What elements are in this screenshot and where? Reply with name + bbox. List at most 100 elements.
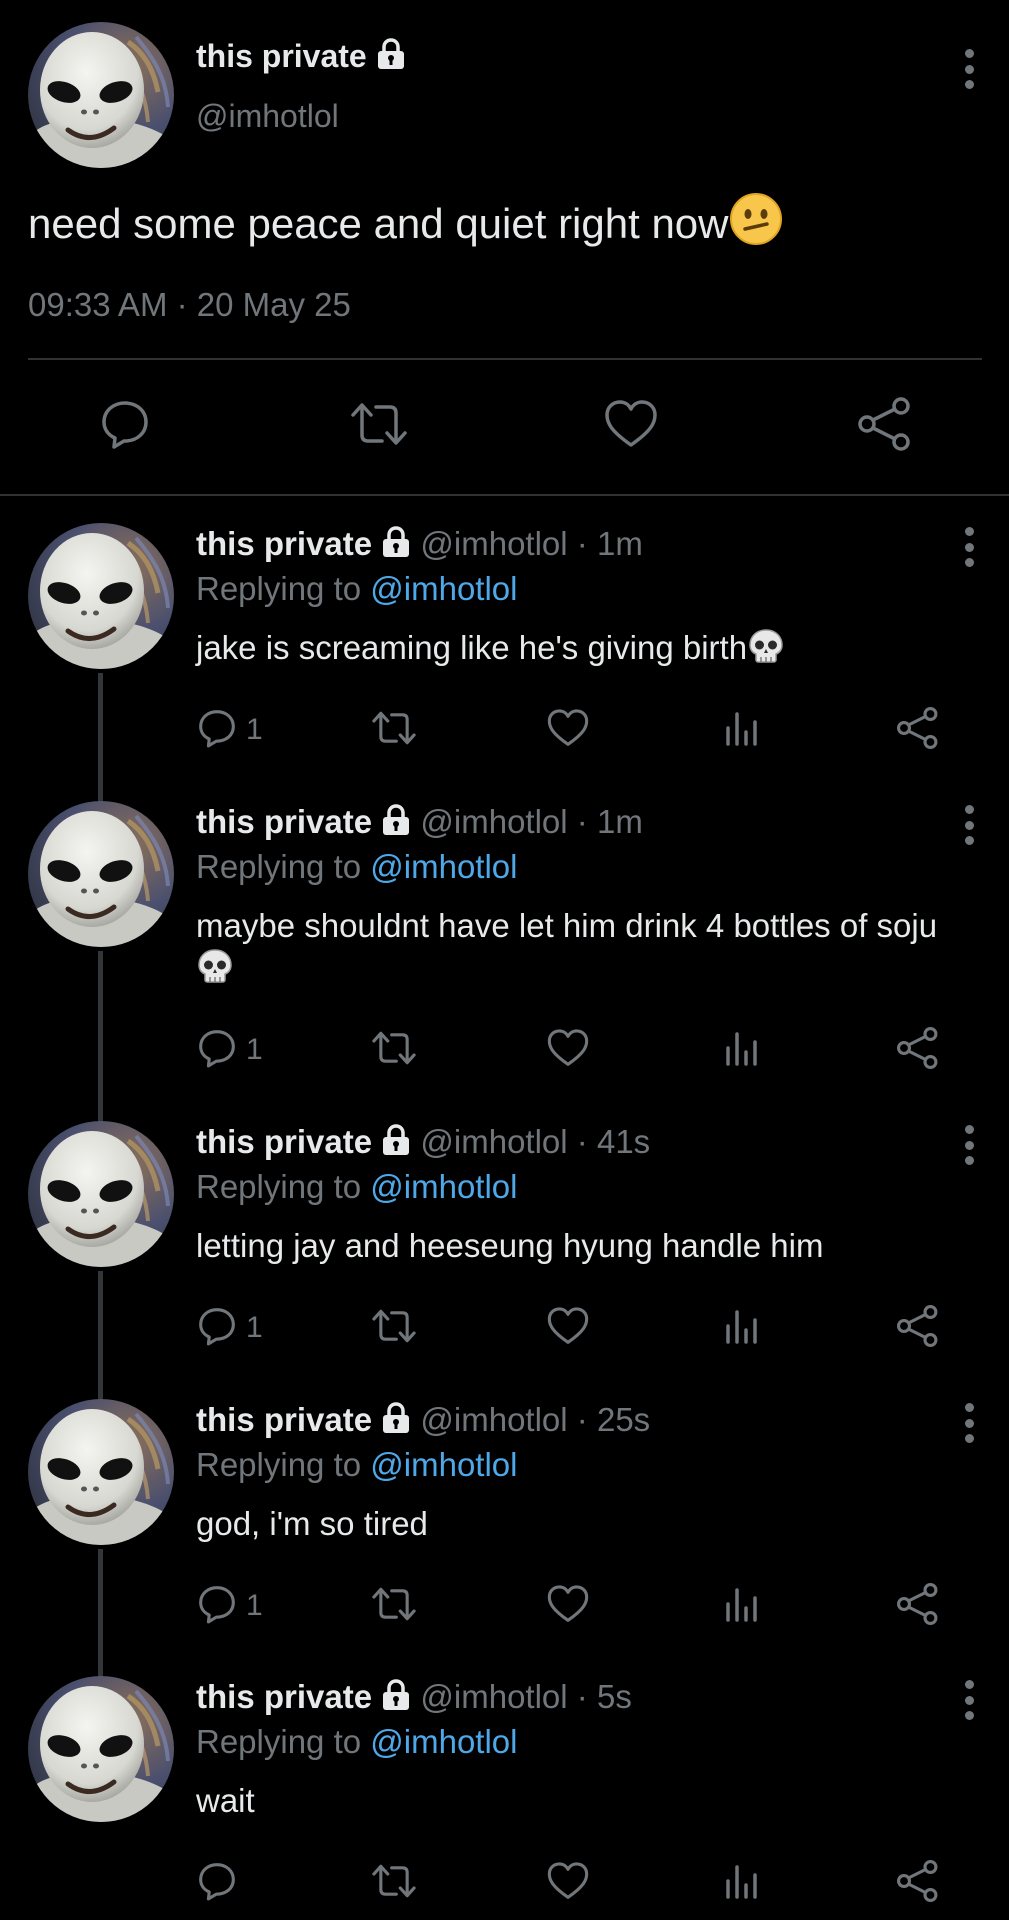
retweet-icon: [348, 397, 410, 456]
share-icon: [896, 1582, 940, 1630]
reply-text: god, i'm so tired: [196, 1503, 956, 1545]
avatar[interactable]: [28, 1399, 174, 1545]
replying-to-mention[interactable]: @imhotlol: [370, 848, 517, 885]
like-icon: [546, 1027, 590, 1074]
display-name[interactable]: this private: [196, 38, 406, 78]
more-options-icon[interactable]: [963, 1403, 975, 1443]
views-button[interactable]: [724, 1025, 760, 1075]
reply-header: this private @imhotlol · 5s: [196, 1678, 632, 1719]
like-icon: [546, 1305, 590, 1352]
retweet-button[interactable]: [370, 1858, 418, 1908]
more-options-icon[interactable]: [963, 1125, 975, 1165]
replying-to-mention[interactable]: @imhotlol: [370, 1168, 517, 1205]
lock-icon: [376, 38, 406, 78]
display-name[interactable]: this private: [196, 803, 372, 840]
retweet-button[interactable]: [370, 1025, 418, 1075]
replying-to: Replying to @imhotlol: [196, 1723, 518, 1761]
meta-separator: ·: [576, 1401, 588, 1438]
reply-button[interactable]: 1: [196, 1303, 263, 1353]
reply-button[interactable]: [95, 396, 155, 456]
views-icon: [724, 1861, 760, 1906]
more-options-icon[interactable]: [963, 49, 975, 89]
reply-text-content: maybe shouldnt have let him drink 4 bott…: [196, 907, 938, 944]
reply-button[interactable]: [196, 1858, 246, 1908]
reply-time: 41s: [596, 1123, 651, 1160]
reply-icon: [196, 1305, 238, 1352]
like-button[interactable]: [546, 705, 590, 755]
meta-separator: ·: [576, 525, 588, 562]
reply-count: 1: [246, 1033, 263, 1066]
handle[interactable]: @imhotlol: [420, 1123, 567, 1160]
reply-tweet[interactable]: this private @imhotlol · 25s Replying to…: [0, 1381, 1009, 1678]
share-button[interactable]: [896, 1303, 940, 1353]
handle[interactable]: @imhotlol: [420, 525, 567, 562]
avatar[interactable]: [28, 801, 174, 947]
tweet-date: 20 May 25: [196, 286, 351, 323]
lock-icon: [381, 804, 411, 844]
avatar[interactable]: [28, 1121, 174, 1267]
display-name[interactable]: this private: [196, 1678, 372, 1715]
like-button[interactable]: [546, 1581, 590, 1631]
handle[interactable]: @imhotlol: [196, 98, 339, 135]
reply-text-content: jake is screaming like he's giving birth: [196, 629, 748, 666]
reply-tweet[interactable]: this private @imhotlol · 1m Replying to …: [0, 783, 1009, 1123]
reply-button[interactable]: 1: [196, 1581, 263, 1631]
reply-icon: [196, 1027, 238, 1074]
replying-to: Replying to @imhotlol: [196, 1168, 518, 1206]
avatar[interactable]: [28, 523, 174, 669]
like-button[interactable]: [546, 1858, 590, 1908]
reply-tweet[interactable]: this private @imhotlol · 41s Replying to…: [0, 1103, 1009, 1401]
replying-to-label: Replying to: [196, 570, 362, 607]
replying-to-mention[interactable]: @imhotlol: [370, 1723, 517, 1760]
retweet-button[interactable]: [370, 1303, 418, 1353]
avatar[interactable]: [28, 22, 174, 168]
share-button[interactable]: [896, 1025, 940, 1075]
handle[interactable]: @imhotlol: [420, 1678, 567, 1715]
reply-tweet[interactable]: this private @imhotlol · 1m Replying to …: [0, 505, 1009, 803]
retweet-button[interactable]: [370, 705, 418, 755]
reply-tweet[interactable]: this private @imhotlol · 5s Replying to …: [0, 1658, 1009, 1920]
display-name[interactable]: this private: [196, 1401, 372, 1438]
handle[interactable]: @imhotlol: [420, 803, 567, 840]
views-button[interactable]: [724, 1303, 760, 1353]
handle[interactable]: @imhotlol: [420, 1401, 567, 1438]
replying-to-label: Replying to: [196, 848, 362, 885]
reply-button[interactable]: 1: [196, 1025, 263, 1075]
avatar[interactable]: [28, 1676, 174, 1822]
reply-icon: [98, 397, 152, 456]
reply-text-content: letting jay and heeseung hyung handle hi…: [196, 1227, 824, 1264]
more-options-icon[interactable]: [963, 805, 975, 845]
retweet-icon: [370, 707, 418, 754]
like-button[interactable]: [546, 1303, 590, 1353]
retweet-button[interactable]: [370, 1581, 418, 1631]
share-button[interactable]: [855, 396, 915, 456]
replying-to-label: Replying to: [196, 1723, 362, 1760]
replying-to-mention[interactable]: @imhotlol: [370, 570, 517, 607]
reply-time: 5s: [596, 1678, 632, 1715]
like-button[interactable]: [601, 396, 661, 456]
like-button[interactable]: [546, 1025, 590, 1075]
reply-text: wait: [196, 1780, 956, 1822]
display-name[interactable]: this private: [196, 525, 372, 562]
more-options-icon[interactable]: [963, 1680, 975, 1720]
meta-separator: ·: [176, 286, 188, 323]
share-icon: [896, 706, 940, 754]
views-icon: [724, 1306, 760, 1351]
views-button[interactable]: [724, 1858, 760, 1908]
retweet-button[interactable]: [349, 396, 409, 456]
lock-icon: [381, 1679, 411, 1719]
more-options-icon[interactable]: [963, 527, 975, 567]
reply-button[interactable]: 1: [196, 705, 263, 755]
retweet-icon: [370, 1860, 418, 1907]
reply-icon: [196, 1583, 238, 1630]
replying-to-label: Replying to: [196, 1446, 362, 1483]
reply-icon: [196, 707, 238, 754]
lock-icon: [381, 1402, 411, 1442]
share-button[interactable]: [896, 1858, 940, 1908]
share-button[interactable]: [896, 705, 940, 755]
views-button[interactable]: [724, 1581, 760, 1631]
share-button[interactable]: [896, 1581, 940, 1631]
views-button[interactable]: [724, 705, 760, 755]
display-name[interactable]: this private: [196, 1123, 372, 1160]
replying-to-mention[interactable]: @imhotlol: [370, 1446, 517, 1483]
